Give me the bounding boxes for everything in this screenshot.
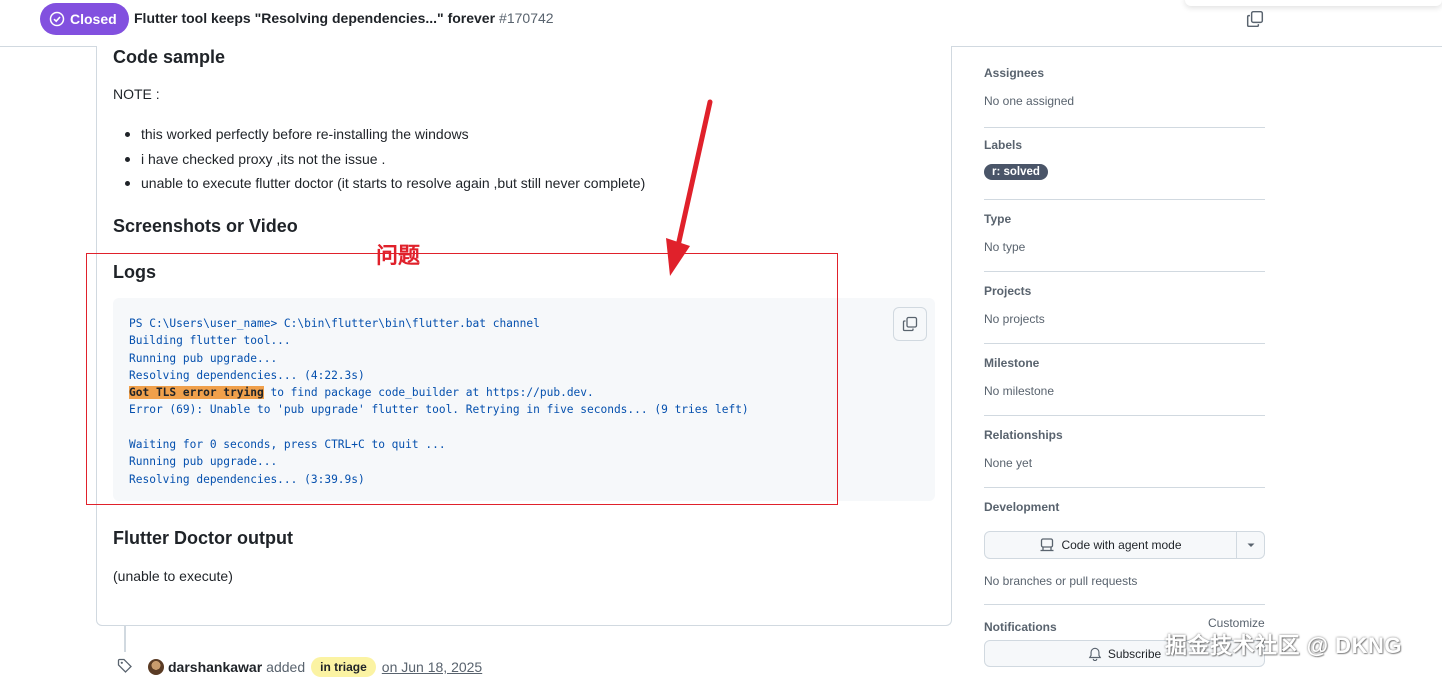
event-actor-link[interactable]: darshankawar bbox=[168, 659, 262, 675]
milestone-value: No milestone bbox=[984, 384, 1055, 398]
issue-number: #170742 bbox=[499, 10, 554, 26]
screenshots-heading: Screenshots or Video bbox=[113, 216, 298, 236]
type-value: No type bbox=[984, 240, 1026, 254]
agent-dropdown-button[interactable] bbox=[1237, 532, 1264, 558]
doctor-output-text: (unable to execute) bbox=[113, 568, 233, 584]
copy-link-icon[interactable] bbox=[1246, 10, 1264, 28]
sidebar-divider bbox=[984, 199, 1265, 200]
closed-state-badge: Closed bbox=[40, 3, 129, 35]
list-item: i have checked proxy ,its not the issue … bbox=[117, 147, 645, 172]
timeline-event: darshankawar added in triage on Jun 18, … bbox=[148, 657, 482, 677]
flutter-doctor-heading: Flutter Doctor output bbox=[113, 528, 293, 548]
issue-title-text: Flutter tool keeps "Resolving dependenci… bbox=[134, 10, 496, 26]
labels-heading[interactable]: Labels bbox=[984, 138, 1265, 152]
event-date-link[interactable]: on Jun 18, 2025 bbox=[382, 659, 482, 675]
triage-label[interactable]: in triage bbox=[311, 657, 376, 677]
timeline-badge bbox=[112, 654, 138, 677]
relationships-heading[interactable]: Relationships bbox=[984, 428, 1265, 442]
list-item: unable to execute flutter doctor (it sta… bbox=[117, 171, 645, 196]
subscribe-label: Subscribe bbox=[1107, 646, 1162, 661]
type-heading[interactable]: Type bbox=[984, 212, 1265, 226]
assignees-value: No one assigned bbox=[984, 94, 1075, 108]
sidebar-divider bbox=[984, 415, 1265, 416]
popover-edge bbox=[1185, 0, 1442, 6]
code-with-agent-button[interactable]: Code with agent mode bbox=[985, 532, 1237, 558]
triangle-down-icon bbox=[1247, 543, 1254, 547]
code-with-agent-split-button[interactable]: Code with agent mode bbox=[984, 531, 1265, 559]
list-item: this worked perfectly before re-installi… bbox=[117, 122, 645, 147]
sidebar-projects[interactable]: Projects No projects bbox=[984, 284, 1265, 326]
sidebar-assignees[interactable]: Assignees No one assigned bbox=[984, 66, 1265, 108]
tag-icon bbox=[117, 658, 132, 673]
code-sample-heading: Code sample bbox=[113, 47, 226, 67]
projects-value: No projects bbox=[984, 312, 1045, 326]
copy-code-button[interactable] bbox=[893, 307, 927, 341]
development-value: No branches or pull requests bbox=[984, 574, 1138, 588]
sidebar-divider bbox=[984, 487, 1265, 488]
code-with-agent-label: Code with agent mode bbox=[1061, 538, 1182, 552]
relationships-value: None yet bbox=[984, 456, 1033, 470]
sidebar-relationships[interactable]: Relationships None yet bbox=[984, 428, 1265, 470]
issue-title: Flutter tool keeps "Resolving dependenci… bbox=[134, 10, 554, 26]
milestone-heading[interactable]: Milestone bbox=[984, 356, 1265, 370]
sidebar-divider bbox=[984, 127, 1265, 128]
timeline-line bbox=[124, 626, 126, 652]
watermark: 掘金技术社区 @ DKNG bbox=[1165, 633, 1402, 658]
sidebar-divider bbox=[984, 343, 1265, 344]
bell-icon bbox=[1088, 647, 1102, 661]
sidebar-milestone[interactable]: Milestone No milestone bbox=[984, 356, 1265, 398]
bullet-list: this worked perfectly before re-installi… bbox=[117, 122, 645, 196]
event-action: added bbox=[266, 659, 306, 675]
avatar[interactable] bbox=[148, 659, 164, 675]
sticky-header: Closed Flutter tool keeps "Resolving dep… bbox=[0, 0, 1442, 47]
issue-closed-icon bbox=[49, 11, 65, 27]
sidebar-labels[interactable]: Labels r: solved bbox=[984, 138, 1265, 180]
annotation-box bbox=[86, 253, 838, 505]
note-text: NOTE : bbox=[113, 86, 160, 102]
sidebar-development: Development bbox=[984, 500, 1265, 514]
development-heading: Development bbox=[984, 500, 1060, 514]
state-label: Closed bbox=[70, 11, 117, 27]
annotation-label: 问题 bbox=[376, 243, 421, 268]
sidebar-divider bbox=[984, 271, 1265, 272]
annotation-arrow-icon bbox=[666, 99, 713, 276]
sidebar-divider bbox=[984, 604, 1265, 605]
agent-icon bbox=[1040, 538, 1054, 552]
label-pill[interactable]: r: solved bbox=[984, 164, 1048, 180]
sidebar-type[interactable]: Type No type bbox=[984, 212, 1265, 254]
projects-heading[interactable]: Projects bbox=[984, 284, 1265, 298]
assignees-heading[interactable]: Assignees bbox=[984, 66, 1265, 80]
copy-icon bbox=[902, 316, 918, 332]
